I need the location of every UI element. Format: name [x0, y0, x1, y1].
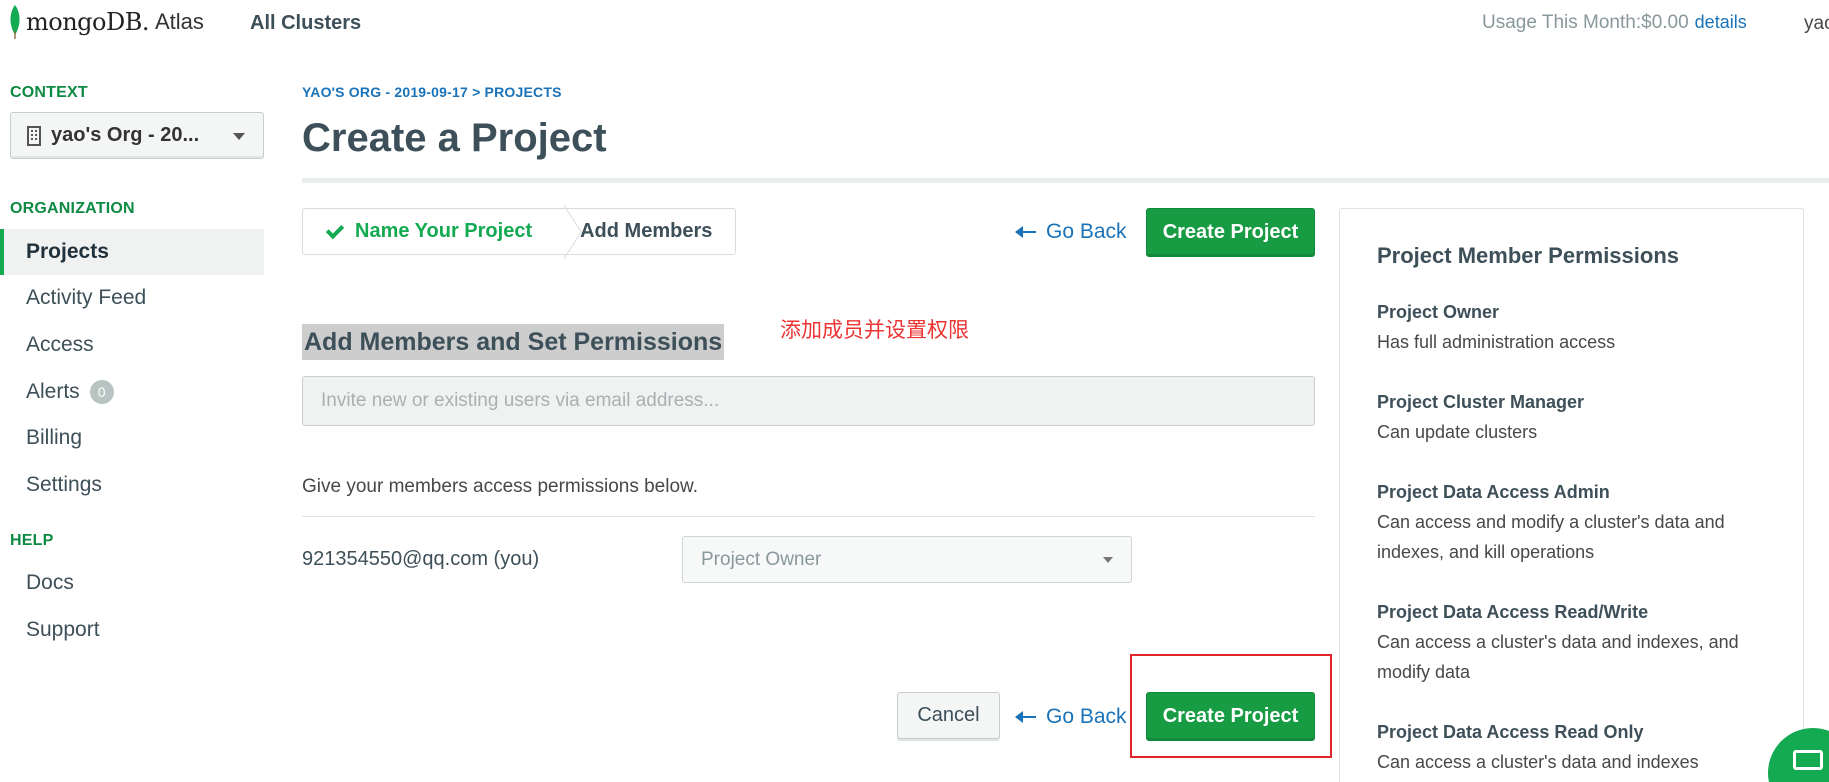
arrow-left-icon: [1015, 226, 1036, 238]
member-email: 921354550@qq.com (you): [302, 548, 540, 570]
sidebar-item-label: Access: [26, 333, 94, 356]
permissions-panel-title: Project Member Permissions: [1377, 243, 1680, 268]
permission-name: Project Owner: [1377, 302, 1500, 322]
alerts-count-badge: 0: [89, 380, 114, 404]
create-project-button-top[interactable]: Create Project: [1146, 208, 1315, 257]
role-select-value: Project Owner: [701, 548, 822, 570]
sidebar-item-billing[interactable]: Billing: [0, 415, 264, 461]
organization-heading: ORGANIZATION: [10, 200, 135, 217]
permission-desc: Can update clusters: [1377, 422, 1538, 442]
title-divider: [302, 178, 1829, 183]
sidebar-item-alerts[interactable]: Alerts 0: [0, 369, 264, 415]
sidebar-item-settings[interactable]: Settings: [0, 462, 264, 508]
usage-label: Usage This Month:: [1482, 12, 1642, 33]
permission-item: Project Data Access Admin Can access and…: [1377, 477, 1777, 567]
permission-name: Project Data Access Read Only: [1377, 722, 1644, 742]
sidebar-item-label: Settings: [26, 473, 102, 496]
sidebar-item-access[interactable]: Access: [0, 322, 264, 368]
permission-name: Project Data Access Admin: [1377, 482, 1610, 502]
breadcrumb-projects[interactable]: PROJECTS: [485, 84, 562, 100]
chat-icon: [1793, 750, 1823, 770]
sidebar-item-docs[interactable]: Docs: [0, 560, 264, 606]
step-separator: [554, 209, 576, 255]
breadcrumb-separator: >: [472, 84, 481, 100]
logo-wordmark: mongoDB.: [26, 8, 149, 36]
section-title: Add Members and Set Permissions: [302, 324, 725, 360]
sidebar-item-projects[interactable]: Projects: [0, 229, 264, 275]
invite-email-input[interactable]: [302, 376, 1315, 426]
check-icon: [325, 220, 345, 239]
usage-summary: Usage This Month:$0.00 details: [1482, 12, 1747, 34]
sidebar-item-label: Docs: [26, 571, 74, 594]
sidebar-item-support[interactable]: Support: [0, 607, 264, 653]
logo-product: Atlas: [154, 9, 204, 34]
usage-value: $0.00: [1641, 12, 1689, 33]
permission-item: Project Data Access Read/Write Can acces…: [1377, 597, 1777, 687]
top-bar: mongoDB. Atlas All Clusters Usage This M…: [0, 0, 1829, 46]
usage-details-link[interactable]: details: [1695, 12, 1747, 32]
annotation-note: 添加成员并设置权限: [780, 318, 969, 342]
permissions-hint: Give your members access permissions bel…: [302, 476, 698, 497]
permission-item: Project Owner Has full administration ac…: [1377, 297, 1777, 357]
step-add-members[interactable]: Add Members: [576, 220, 712, 243]
arrow-left-icon: [1015, 711, 1036, 723]
breadcrumb-org[interactable]: YAO'S ORG - 2019-09-17: [302, 84, 468, 100]
context-value: yao's Org - 20...: [51, 124, 200, 146]
mongodb-logo[interactable]: mongoDB. Atlas: [8, 2, 204, 42]
permission-desc: Has full administration access: [1377, 332, 1616, 352]
step-label: Name Your Project: [355, 220, 533, 242]
all-clusters-link[interactable]: All Clusters: [250, 12, 361, 35]
breadcrumb: YAO'S ORG - 2019-09-17 > PROJECTS: [302, 84, 562, 100]
go-back-label: Go Back: [1046, 220, 1127, 243]
permission-desc: Can access a cluster's data and indexes,…: [1377, 632, 1739, 682]
member-role-select[interactable]: Project Owner: [682, 536, 1132, 583]
help-heading: HELP: [10, 532, 54, 549]
annotation-highlight-box: [1130, 654, 1332, 758]
permissions-panel: Project Member Permissions Project Owner…: [1339, 208, 1804, 782]
building-icon: [27, 125, 41, 146]
sidebar-item-label: Billing: [26, 426, 83, 449]
context-heading: CONTEXT: [10, 84, 88, 101]
page-title: Create a Project: [302, 116, 607, 160]
permission-item: Project Cluster Manager Can update clust…: [1377, 387, 1777, 447]
go-back-label: Go Back: [1046, 705, 1127, 728]
sidebar-item-label: Activity Feed: [26, 286, 147, 309]
sidebar-item-label: Support: [26, 618, 100, 641]
go-back-link-top[interactable]: Go Back: [1015, 220, 1127, 244]
sidebar-item-activity-feed[interactable]: Activity Feed: [0, 275, 264, 321]
go-back-link-bottom[interactable]: Go Back: [1015, 705, 1127, 729]
context-select[interactable]: yao's Org - 20...: [10, 112, 264, 159]
permission-name: Project Data Access Read/Write: [1377, 602, 1649, 622]
divider: [302, 516, 1315, 517]
chevron-down-icon: [1103, 557, 1113, 563]
permission-desc: Can access and modify a cluster's data a…: [1377, 512, 1725, 562]
chevron-down-icon: [233, 133, 245, 140]
permission-item: Project Data Access Read Only Can access…: [1377, 717, 1777, 777]
step-name-your-project[interactable]: Name Your Project: [303, 209, 554, 254]
user-menu[interactable]: yao: [1804, 13, 1829, 35]
sidebar-item-label: Projects: [26, 240, 109, 263]
permission-name: Project Cluster Manager: [1377, 392, 1585, 412]
sidebar-item-label: Alerts: [26, 380, 80, 403]
cancel-button[interactable]: Cancel: [897, 692, 1000, 739]
permission-desc: Can access a cluster's data and indexes: [1377, 752, 1699, 772]
leaf-icon: [10, 5, 20, 39]
wizard-steps: Name Your Project Add Members: [302, 208, 736, 255]
